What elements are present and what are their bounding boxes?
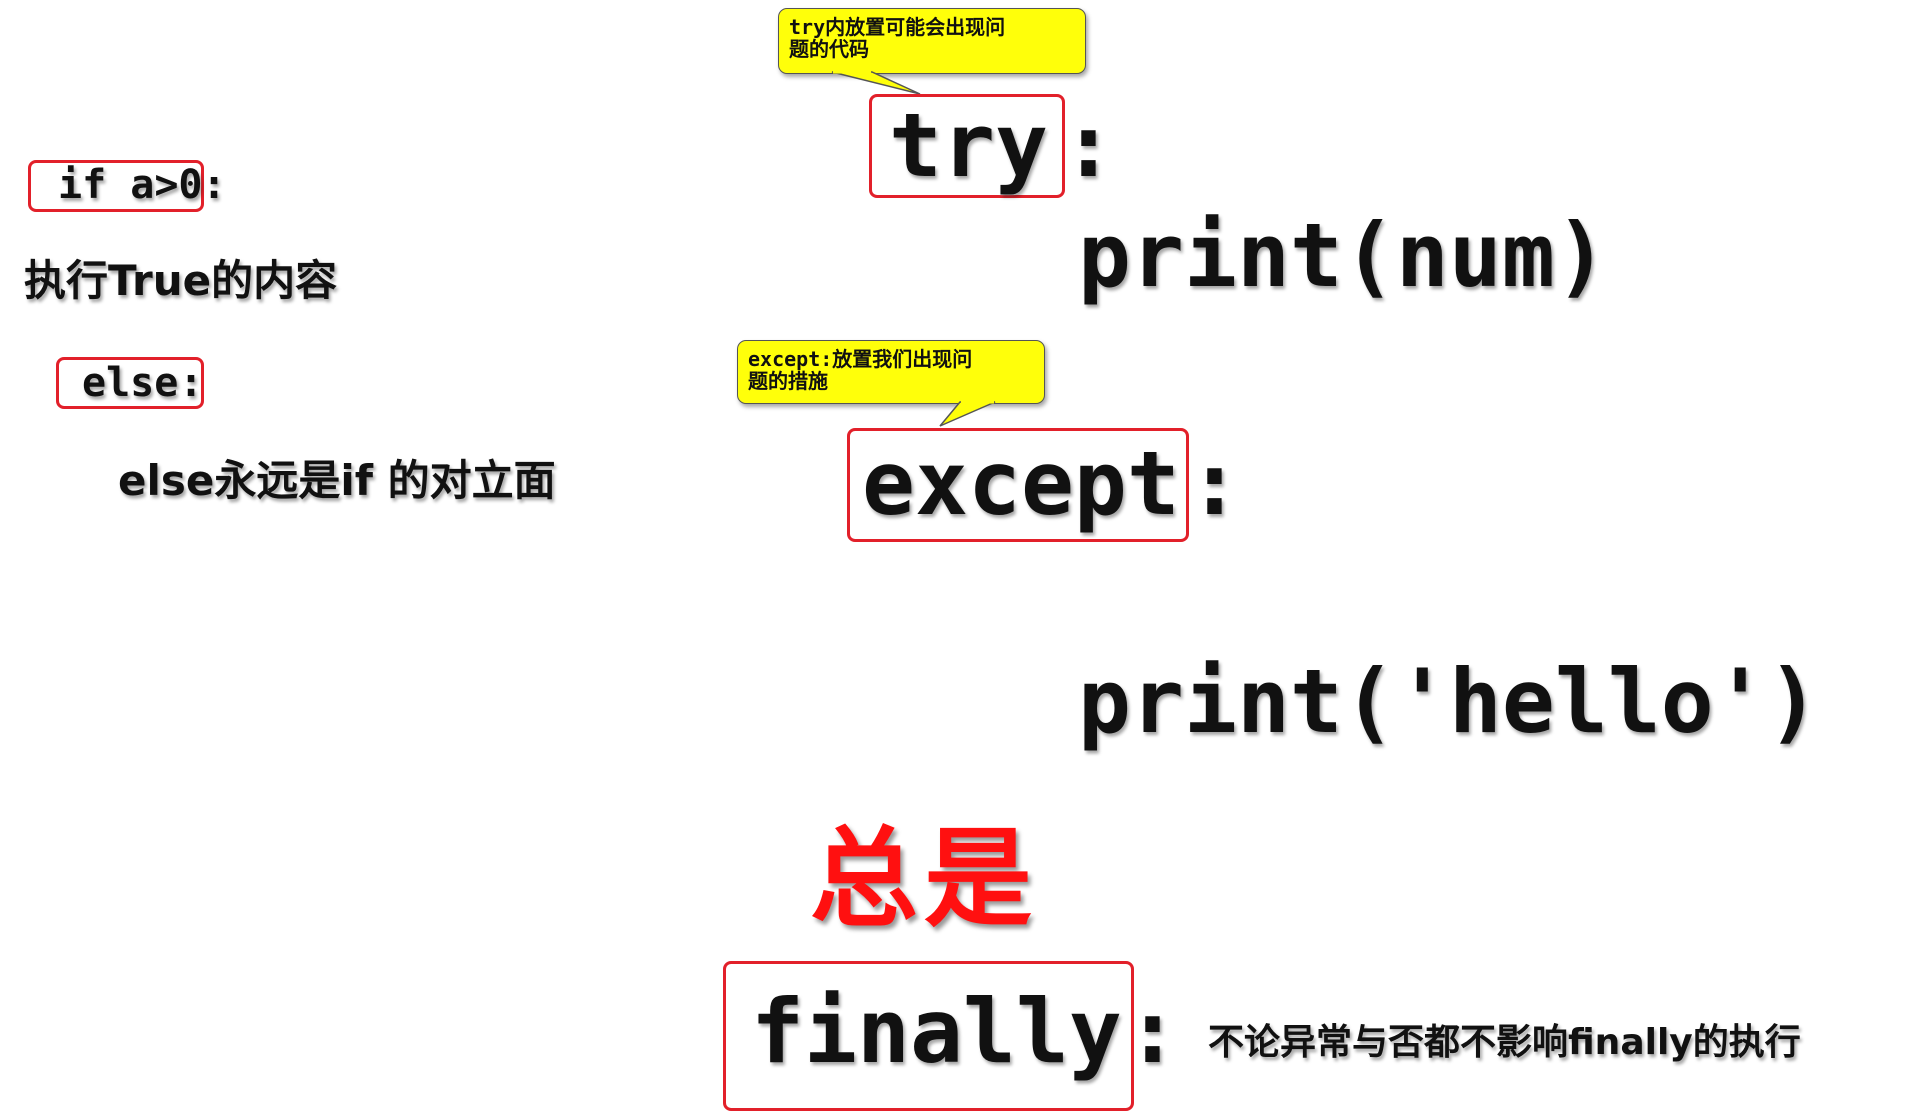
except-keyword: except: [862, 432, 1180, 535]
except-callout-pointer: [939, 400, 996, 427]
finally-colon: :: [1126, 980, 1179, 1083]
finally-keyword: finally: [751, 980, 1122, 1083]
finally-note-text: 不论异常与否都不影响finally的执行: [1208, 1022, 1801, 1063]
except-body-statement: print('hello'): [1078, 650, 1820, 753]
diagram-canvas: if a>0 : 执行True的内容 else : else永远是if 的对立面…: [0, 0, 1927, 1119]
always-label: 总是: [810, 817, 1039, 942]
except-colon: :: [1188, 432, 1241, 535]
